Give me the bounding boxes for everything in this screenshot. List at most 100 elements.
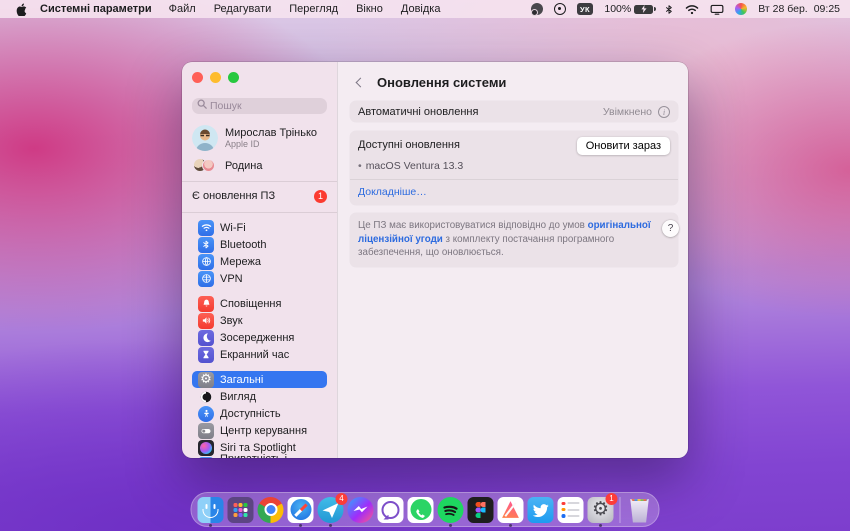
- update-count-badge: 1: [314, 190, 327, 203]
- sidebar-item-general[interactable]: ⚙ Загальні: [192, 371, 327, 388]
- running-indicator: [449, 524, 452, 527]
- launchpad-icon: [228, 497, 254, 523]
- divider: [182, 212, 337, 213]
- dock: 4: [191, 492, 660, 527]
- display-icon[interactable]: [710, 4, 724, 15]
- search-input[interactable]: [192, 98, 327, 114]
- license-note: Це ПЗ має використовуватися відповідно д…: [350, 213, 678, 267]
- dock-item-viber[interactable]: [377, 496, 405, 524]
- spotify-icon: [438, 497, 464, 523]
- license-text-prefix: Це ПЗ має використовуватися відповідно д…: [358, 220, 588, 231]
- menu-bar: Системні параметри Файл Редагувати Перег…: [0, 0, 850, 18]
- menubar-clock[interactable]: Вт 28 бер. 09:25: [758, 3, 840, 15]
- page-title: Оновлення системи: [377, 75, 506, 90]
- reminders-icon: [558, 497, 584, 523]
- family-row[interactable]: Родина: [192, 158, 327, 173]
- dock-item-messenger[interactable]: [347, 496, 375, 524]
- accessibility-icon: [198, 406, 214, 422]
- globe-icon: [198, 254, 214, 270]
- divider: [182, 181, 337, 182]
- automatic-updates-value: Увімкнено: [603, 106, 652, 118]
- dock-item-trash[interactable]: [626, 496, 654, 524]
- search-field-wrap: [192, 96, 327, 114]
- color-wheel-icon[interactable]: [735, 3, 747, 15]
- sidebar-item-control-center[interactable]: Центр керування: [192, 422, 327, 439]
- sidebar-item-label: Сповіщення: [220, 298, 281, 310]
- menu-window[interactable]: Вікно: [347, 3, 392, 15]
- dock-item-finder[interactable]: [197, 496, 225, 524]
- back-button[interactable]: [350, 73, 368, 91]
- system-settings-window: Мирослав Трінько Apple ID Родина Є оновл…: [182, 62, 688, 458]
- update-now-button[interactable]: Оновити зараз: [577, 137, 670, 155]
- bell-icon: [198, 296, 214, 312]
- sidebar-item-privacy-security[interactable]: Приватність і Безпека: [192, 456, 327, 458]
- dock-item-chrome[interactable]: [257, 496, 285, 524]
- wifi-icon[interactable]: [685, 4, 699, 15]
- bluetooth-icon: [198, 237, 214, 253]
- dock-item-whatsapp[interactable]: [407, 496, 435, 524]
- close-button[interactable]: [192, 72, 203, 83]
- dock-item-pixelmator[interactable]: [497, 496, 525, 524]
- sidebar-item-network[interactable]: Мережа: [192, 253, 327, 270]
- hand-icon: [198, 457, 214, 459]
- hourglass-icon: [198, 347, 214, 363]
- sidebar-item-sound[interactable]: Звук: [192, 312, 327, 329]
- control-center-icon: [198, 423, 214, 439]
- software-update-label: Є оновлення ПЗ: [192, 190, 275, 202]
- sidebar-item-label: Вигляд: [220, 391, 256, 403]
- apple-logo-icon: [16, 3, 27, 16]
- zoom-button[interactable]: [228, 72, 239, 83]
- sidebar-item-screen-time[interactable]: Екранний час: [192, 346, 327, 363]
- menubar-app-name[interactable]: Системні параметри: [32, 3, 160, 15]
- dock-item-safari[interactable]: [287, 496, 315, 524]
- dock-item-telegram[interactable]: 4: [317, 496, 345, 524]
- dock-item-launchpad[interactable]: [227, 496, 255, 524]
- running-indicator: [329, 524, 332, 527]
- date-label: Вт 28 бер.: [758, 3, 807, 15]
- apple-id-row[interactable]: Мирослав Трінько Apple ID: [192, 125, 327, 151]
- sidebar-item-bluetooth[interactable]: Bluetooth: [192, 236, 327, 253]
- dock-item-reminders[interactable]: [557, 496, 585, 524]
- dock-separator: [620, 497, 621, 523]
- sidebar-item-wifi[interactable]: Wi-Fi: [192, 219, 327, 236]
- software-update-row[interactable]: Є оновлення ПЗ 1: [192, 188, 327, 204]
- content-header: Оновлення системи: [350, 70, 678, 94]
- time-label: 09:25: [814, 3, 840, 15]
- sidebar-item-focus[interactable]: Зосередження: [192, 329, 327, 346]
- minimize-button[interactable]: [210, 72, 221, 83]
- whatsapp-icon: [408, 497, 434, 523]
- running-indicator: [209, 524, 212, 527]
- sidebar-item-label: Загальні: [220, 374, 263, 386]
- info-icon[interactable]: i: [658, 106, 670, 118]
- sidebar-item-appearance[interactable]: Вигляд: [192, 388, 327, 405]
- status-app-icon[interactable]: [531, 3, 543, 15]
- sidebar-item-label: Приватність і Безпека: [220, 453, 321, 459]
- dock-item-system-settings[interactable]: ⚙ 1: [587, 496, 615, 524]
- help-button[interactable]: ?: [662, 220, 679, 237]
- dock-item-twitter[interactable]: [527, 496, 555, 524]
- menu-view[interactable]: Перегляд: [280, 3, 347, 15]
- battery-icon: [634, 5, 653, 14]
- desktop-wallpaper: Системні параметри Файл Редагувати Перег…: [0, 0, 850, 531]
- sidebar-item-notifications[interactable]: Сповіщення: [192, 295, 327, 312]
- more-info-link[interactable]: Докладніше…: [358, 180, 670, 205]
- sidebar-item-label: Зосередження: [220, 332, 294, 344]
- avatar: [192, 125, 218, 151]
- bluetooth-icon[interactable]: [664, 3, 674, 16]
- battery-status[interactable]: 100%: [604, 3, 653, 15]
- viber-icon: [378, 497, 404, 523]
- input-source-badge[interactable]: УК: [577, 3, 594, 15]
- now-playing-icon[interactable]: [554, 3, 566, 15]
- dock-item-spotify[interactable]: [437, 496, 465, 524]
- wifi-icon: [198, 220, 214, 236]
- automatic-updates-row[interactable]: Автоматичні оновлення Увімкнено i: [350, 101, 678, 122]
- dock-item-figma[interactable]: [467, 496, 495, 524]
- apple-menu[interactable]: [10, 3, 32, 16]
- sidebar-item-accessibility[interactable]: Доступність: [192, 405, 327, 422]
- charging-bolt-icon: [640, 5, 648, 13]
- sidebar-item-vpn[interactable]: VPN: [192, 270, 327, 287]
- notification-badge: 4: [336, 493, 348, 505]
- menu-file[interactable]: Файл: [160, 3, 205, 15]
- menu-help[interactable]: Довідка: [392, 3, 450, 15]
- menu-edit[interactable]: Редагувати: [205, 3, 281, 15]
